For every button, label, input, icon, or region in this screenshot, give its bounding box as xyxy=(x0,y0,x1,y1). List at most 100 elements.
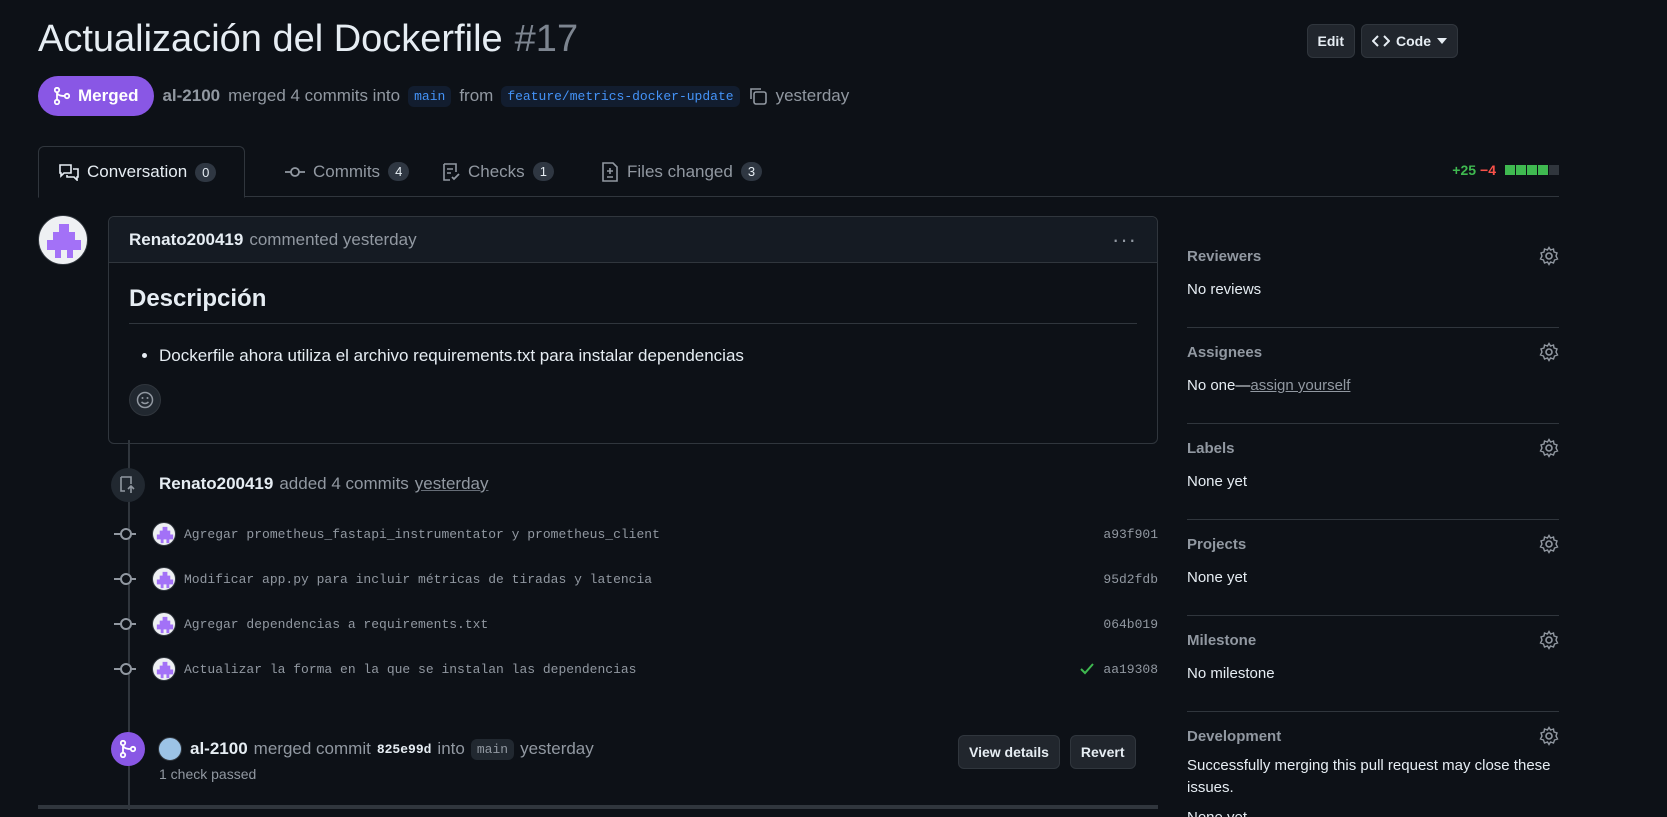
merged-commits-text: merged 4 commits into xyxy=(228,86,401,105)
avatar[interactable] xyxy=(152,567,176,591)
add-reaction-button[interactable] xyxy=(129,384,161,416)
copy-icon[interactable] xyxy=(748,86,768,106)
merge-author-link[interactable]: al-2100 xyxy=(162,86,220,106)
diffstat: +25 −4 xyxy=(1452,162,1559,178)
merge-target-branch[interactable]: main xyxy=(470,738,515,760)
commit-row: Agregar prometheus_fastapi_instrumentato… xyxy=(114,520,1158,548)
commit-node-icon xyxy=(114,618,136,630)
avatar[interactable] xyxy=(152,522,176,546)
merged-event-icon xyxy=(111,732,145,766)
sidebar-title[interactable]: Projects xyxy=(1187,536,1559,553)
merge-commit-sha[interactable]: 825e99d xyxy=(377,742,432,757)
diffstat-square xyxy=(1505,165,1515,175)
tab-checks[interactable]: Checks 1 xyxy=(422,146,574,197)
repo-push-icon xyxy=(111,468,145,502)
check-icon[interactable] xyxy=(1079,661,1095,677)
event-time[interactable]: yesterday xyxy=(415,474,489,494)
tab-label: Files changed xyxy=(627,161,733,181)
commit-message[interactable]: Actualizar la forma en la que se instala… xyxy=(184,662,636,677)
merge-into-text: into xyxy=(437,739,465,758)
gear-icon[interactable] xyxy=(1539,726,1559,746)
avatar[interactable] xyxy=(38,215,88,265)
sidebar-reviewers: Reviewers No reviews xyxy=(1187,232,1559,328)
gear-icon[interactable] xyxy=(1539,534,1559,554)
commit-sha[interactable]: a93f901 xyxy=(1103,527,1158,542)
gear-icon[interactable] xyxy=(1539,438,1559,458)
merge-event-time: yesterday xyxy=(520,739,594,758)
code-button[interactable]: Code xyxy=(1361,24,1458,58)
diffstat-square xyxy=(1516,165,1526,175)
sidebar-title[interactable]: Development xyxy=(1187,728,1559,745)
from-text: from xyxy=(459,86,494,105)
assign-yourself-link[interactable]: assign yourself xyxy=(1250,377,1350,394)
sidebar-value: None yet xyxy=(1187,569,1248,586)
gear-icon[interactable] xyxy=(1539,246,1559,266)
event-author[interactable]: Renato200419 xyxy=(159,474,273,494)
sidebar-milestone: Milestone No milestone xyxy=(1187,616,1559,712)
tab-commits[interactable]: Commits 4 xyxy=(265,146,429,197)
avatar[interactable] xyxy=(158,737,182,761)
merged-state-badge: Merged xyxy=(38,76,155,116)
tab-counter: 0 xyxy=(195,162,217,182)
commit-sha[interactable]: 064b019 xyxy=(1103,617,1158,632)
base-branch[interactable]: main xyxy=(408,85,452,107)
commit-message[interactable]: Agregar dependencias a requirements.txt xyxy=(184,617,488,632)
comment-discussion-icon xyxy=(59,164,79,181)
sidebar-title[interactable]: Labels xyxy=(1187,440,1559,457)
merge-icon xyxy=(54,87,70,105)
gear-icon[interactable] xyxy=(1539,630,1559,650)
tab-files-changed[interactable]: Files changed 3 xyxy=(581,146,782,197)
commit-row: Agregar dependencias a requirements.txt 0… xyxy=(114,610,1158,638)
sidebar-projects: Projects None yet xyxy=(1187,520,1559,616)
sidebar-title[interactable]: Reviewers xyxy=(1187,248,1559,265)
checks-passed-text: 1 check passed xyxy=(159,766,257,782)
commit-row: Modificar app.py para incluir métricas d… xyxy=(114,565,1158,593)
sidebar-title[interactable]: Milestone xyxy=(1187,632,1559,649)
commit-row: Actualizar la forma en la que se instala… xyxy=(114,655,1158,683)
revert-button[interactable]: Revert xyxy=(1069,735,1136,769)
sidebar-value: No reviews xyxy=(1187,281,1262,298)
merge-event: al-2100 merged commit 825e99d into main … xyxy=(158,737,594,761)
caret-down-icon xyxy=(1437,38,1447,44)
comment-author[interactable]: Renato200419 xyxy=(129,230,243,250)
avatar[interactable] xyxy=(152,612,176,636)
commit-sha-container: aa19308 xyxy=(1079,661,1158,677)
view-details-button[interactable]: View details xyxy=(958,735,1060,769)
avatar[interactable] xyxy=(152,657,176,681)
commit-node-icon xyxy=(114,528,136,540)
comment-body: Descripción Dockerfile ahora utiliza el … xyxy=(109,263,1157,438)
tab-conversation[interactable]: Conversation 0 xyxy=(38,146,245,198)
tab-counter: 1 xyxy=(532,162,554,181)
commit-sha[interactable]: aa19308 xyxy=(1103,662,1158,677)
code-icon xyxy=(1372,35,1390,47)
sidebar-development: Development Successfully merging this pu… xyxy=(1187,712,1559,817)
commit-sha[interactable]: 95d2fdb xyxy=(1103,572,1158,587)
comment-action: commented yesterday xyxy=(249,229,417,249)
assignees-none: No one— xyxy=(1187,377,1251,394)
diffstat-square xyxy=(1527,165,1537,175)
kebab-menu-icon[interactable]: ··· xyxy=(1112,227,1137,253)
merge-event-actions: View details Revert xyxy=(958,735,1136,769)
merge-event-text: merged commit xyxy=(253,739,371,758)
gear-icon[interactable] xyxy=(1539,342,1559,362)
sidebar-title[interactable]: Assignees xyxy=(1187,344,1559,361)
pr-meta: Merged al-2100 merged 4 commits into mai… xyxy=(38,76,849,116)
commit-message[interactable]: Modificar app.py para incluir métricas d… xyxy=(184,572,652,587)
commit-node-icon xyxy=(114,573,136,585)
sidebar-value: Successfully merging this pull request m… xyxy=(1187,757,1551,796)
checklist-icon xyxy=(443,162,460,181)
commit-sha-container: a93f901 xyxy=(1103,527,1158,542)
sidebar-assignees: Assignees No one—assign yourself xyxy=(1187,328,1559,424)
comment-bullets: Dockerfile ahora utiliza el archivo requ… xyxy=(129,346,1137,366)
commit-message[interactable]: Agregar prometheus_fastapi_instrumentato… xyxy=(184,527,660,542)
timeline-bottom-divider xyxy=(38,805,1158,809)
head-branch[interactable]: feature/metrics-docker-update xyxy=(501,85,740,107)
comment-box: Renato200419 commented yesterday ··· Des… xyxy=(108,216,1158,444)
edit-button[interactable]: Edit xyxy=(1306,24,1355,58)
pr-title-row: Actualización del Dockerfile #17 xyxy=(38,18,578,61)
pr-tabs: Conversation 0 Commits 4 Checks 1 Files … xyxy=(38,146,1559,198)
tab-counter: 3 xyxy=(740,162,763,181)
sidebar-labels: Labels None yet xyxy=(1187,424,1559,520)
merge-event-author[interactable]: al-2100 xyxy=(190,739,248,759)
sidebar-value: None yet xyxy=(1187,473,1248,490)
